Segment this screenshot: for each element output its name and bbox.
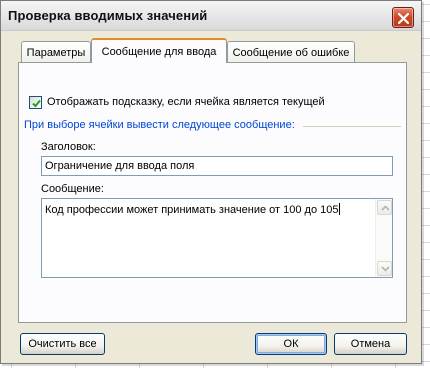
data-validation-dialog: Проверка вводимых значений Параметры Соо… xyxy=(0,0,422,364)
message-textarea[interactable]: Код профессии может принимать значение о… xyxy=(41,198,393,278)
title-bar[interactable]: Проверка вводимых значений xyxy=(1,1,421,31)
dialog-title: Проверка вводимых значений xyxy=(8,8,208,23)
group-title: При выборе ячейки вывести следующее сооб… xyxy=(24,119,295,131)
show-hint-label[interactable]: Отображать подсказку, если ячейка являет… xyxy=(47,96,325,108)
group-divider xyxy=(303,126,401,127)
cancel-button[interactable]: Отмена xyxy=(334,333,407,355)
message-field-label: Сообщение: xyxy=(41,183,104,195)
checkmark-icon xyxy=(32,99,41,108)
tab-input-message[interactable]: Сообщение для ввода xyxy=(91,38,227,63)
tab-error-message[interactable]: Сообщение об ошибке xyxy=(227,41,355,63)
message-value: Код профессии может принимать значение о… xyxy=(45,204,339,216)
tab-error-message-label: Сообщение об ошибке xyxy=(232,47,350,59)
title-input[interactable]: Ограничение для ввода поля xyxy=(41,156,393,176)
scroll-down-button[interactable] xyxy=(377,261,392,276)
text-caret xyxy=(338,203,340,215)
clear-all-label: Очистить все xyxy=(28,338,97,350)
cancel-label: Отмена xyxy=(350,338,391,350)
scroll-up-button[interactable] xyxy=(377,200,392,215)
message-text: Код профессии может принимать значение о… xyxy=(45,203,340,216)
tab-input-message-label: Сообщение для ввода xyxy=(101,46,217,58)
chevron-down-icon xyxy=(381,266,390,272)
show-hint-checkbox[interactable] xyxy=(29,96,42,109)
tab-parameters[interactable]: Параметры xyxy=(21,41,91,63)
title-field-label: Заголовок: xyxy=(41,141,96,153)
ok-button[interactable]: ОК xyxy=(255,333,327,355)
tab-parameters-label: Параметры xyxy=(26,47,86,59)
clear-all-button[interactable]: Очистить все xyxy=(20,333,105,355)
tab-panel-input-message: Отображать подсказку, если ячейка являет… xyxy=(18,62,407,323)
message-scrollbar[interactable] xyxy=(375,199,392,277)
title-input-value: Ограничение для ввода поля xyxy=(45,160,195,172)
close-icon xyxy=(398,13,409,24)
ok-label: ОК xyxy=(283,338,299,350)
chevron-up-icon xyxy=(381,205,390,211)
close-button[interactable] xyxy=(392,7,414,28)
